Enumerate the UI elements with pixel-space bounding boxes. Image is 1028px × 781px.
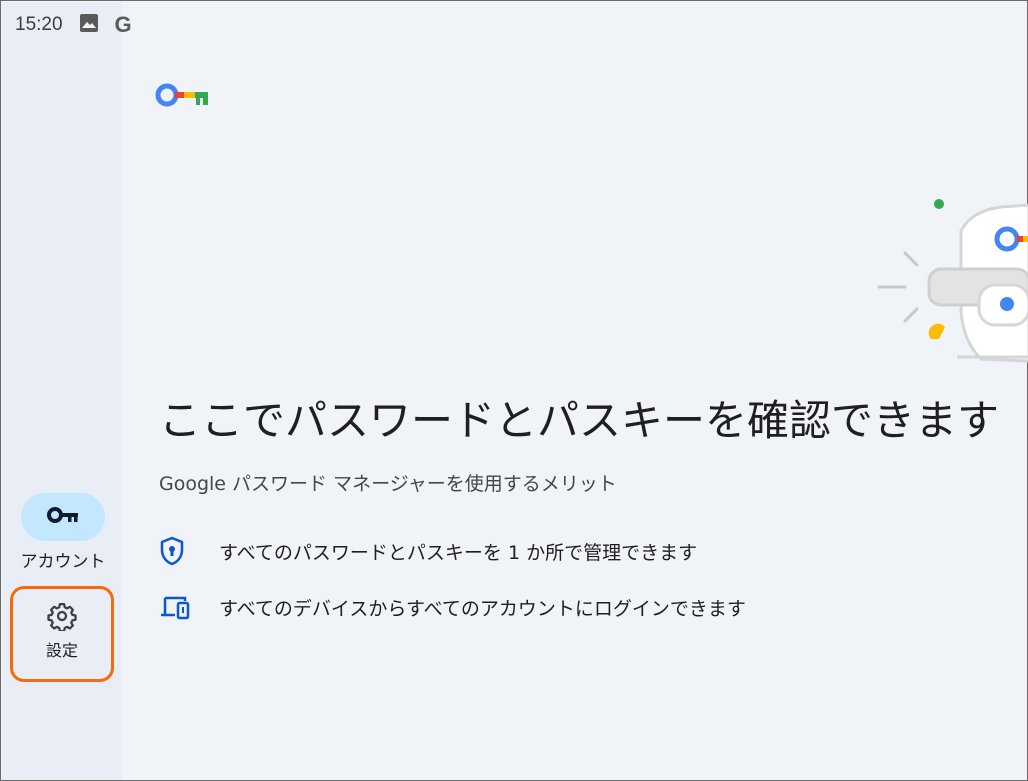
status-time: 15:20: [15, 14, 63, 35]
image-icon: [79, 13, 99, 38]
nav-item-settings-label: 設定: [45, 641, 78, 660]
benefit-text: すべてのパスワードとパスキーを 1 か所で管理できます: [219, 541, 698, 564]
benefit-text: すべてのデバイスからすべてのアカウントにログインできます: [219, 597, 746, 620]
page-headline: ここでパスワードとパスキーを確認できます: [159, 396, 1000, 445]
benefit-item: すべてのパスワードとパスキーを 1 か所で管理できます: [159, 535, 697, 567]
hero-illustration: [871, 191, 1028, 371]
password-manager-logo-icon: [155, 83, 211, 109]
nav-item-account[interactable]: アカウント: [9, 493, 117, 572]
google-g-icon: G: [114, 12, 132, 37]
key-icon: [46, 505, 80, 529]
nav-item-account-pill[interactable]: [21, 493, 105, 541]
devices-icon: [159, 591, 195, 623]
benefit-item: すべてのデバイスからすべてのアカウントにログインできます: [159, 591, 746, 623]
app-window: 15:20 G ここでパスワードとパスキーを確認できます Google パスワー…: [0, 0, 1028, 781]
gear-icon: [13, 601, 111, 631]
shield-lock-icon: [159, 535, 195, 567]
nav-item-settings[interactable]: 設定: [10, 586, 114, 682]
benefits-subtitle: Google パスワード マネージャーを使用するメリット: [159, 473, 617, 495]
status-bar: 15:20 G: [15, 12, 132, 38]
nav-item-account-label: アカウント: [20, 552, 106, 572]
